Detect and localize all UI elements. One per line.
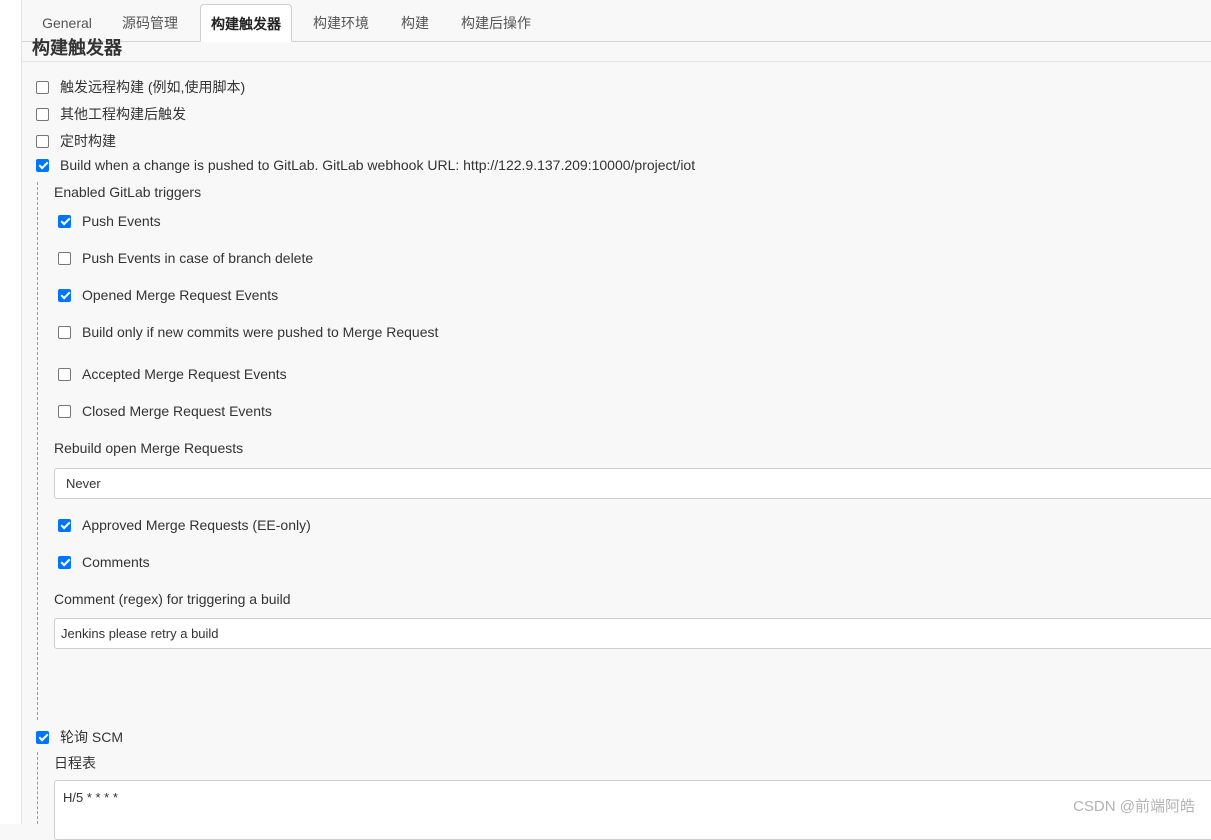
accepted-mr-row: Accepted Merge Request Events: [58, 366, 287, 382]
opened-mr-row: Opened Merge Request Events: [58, 287, 278, 303]
closed-mr-row: Closed Merge Request Events: [58, 403, 272, 419]
trigger-periodic-checkbox[interactable]: [36, 134, 49, 148]
schedule-textarea[interactable]: H/5 * * * *: [54, 780, 1211, 840]
push-events-row: Push Events: [58, 213, 161, 229]
push-events-label: Push Events: [82, 213, 161, 229]
section-divider: [22, 61, 1211, 62]
config-tab-bar: General 源码管理 构建触发器 构建环境 构建 构建后操作: [22, 0, 1211, 42]
trigger-after-other-checkbox[interactable]: [36, 107, 49, 121]
trigger-poll-scm-row: 轮询 SCM: [36, 727, 123, 747]
accepted-mr-label: Accepted Merge Request Events: [82, 366, 287, 382]
trigger-remote-checkbox[interactable]: [36, 80, 49, 94]
build-only-new-commits-label: Build only if new commits were pushed to…: [82, 324, 439, 340]
rebuild-open-mr-value: Never: [66, 476, 101, 491]
tab-source-control[interactable]: 源码管理: [110, 4, 190, 40]
trigger-periodic-row: 定时构建: [36, 131, 116, 151]
push-branch-delete-row: Push Events in case of branch delete: [58, 250, 313, 266]
opened-mr-checkbox[interactable]: [58, 288, 71, 302]
left-gutter: [0, 0, 22, 824]
comment-regex-label: Comment (regex) for triggering a build: [54, 591, 291, 607]
schedule-label: 日程表: [54, 755, 96, 771]
tab-post-build[interactable]: 构建后操作: [452, 4, 540, 40]
trigger-poll-scm-label: 轮询 SCM: [60, 729, 123, 745]
push-branch-delete-checkbox[interactable]: [58, 251, 71, 265]
closed-mr-checkbox[interactable]: [58, 404, 71, 418]
approved-mr-checkbox[interactable]: [58, 518, 71, 532]
trigger-remote-row: 触发远程构建 (例如,使用脚本): [36, 77, 245, 97]
comment-regex-value: Jenkins please retry a build: [61, 626, 219, 641]
comments-label: Comments: [82, 554, 150, 570]
push-events-checkbox[interactable]: [58, 214, 71, 228]
trigger-periodic-label: 定时构建: [60, 133, 116, 149]
rebuild-open-mr-select[interactable]: Never: [54, 468, 1211, 499]
comment-regex-input[interactable]: Jenkins please retry a build: [54, 618, 1211, 649]
trigger-gitlab-row: Build when a change is pushed to GitLab.…: [36, 157, 695, 173]
gitlab-options-guide: [37, 182, 38, 720]
tab-build-triggers[interactable]: 构建触发器: [200, 4, 292, 42]
comments-checkbox[interactable]: [58, 555, 71, 569]
enabled-triggers-label: Enabled GitLab triggers: [54, 184, 202, 200]
trigger-poll-scm-checkbox[interactable]: [36, 730, 49, 744]
schedule-value: H/5 * * * *: [63, 790, 118, 805]
comments-row: Comments: [58, 554, 150, 570]
opened-mr-label: Opened Merge Request Events: [82, 287, 279, 303]
watermark: CSDN @前端阿皓: [1073, 798, 1195, 815]
build-only-new-commits-checkbox[interactable]: [58, 325, 71, 339]
trigger-gitlab-label: Build when a change is pushed to GitLab.…: [60, 157, 696, 173]
trigger-gitlab-checkbox[interactable]: [36, 158, 49, 172]
approved-mr-row: Approved Merge Requests (EE-only): [58, 517, 311, 533]
poll-scm-options-guide: [37, 752, 38, 824]
tab-general[interactable]: General: [32, 4, 102, 40]
build-only-new-commits-row: Build only if new commits were pushed to…: [58, 324, 438, 340]
tab-build[interactable]: 构建: [388, 4, 442, 40]
trigger-after-other-row: 其他工程构建后触发: [36, 104, 186, 124]
closed-mr-label: Closed Merge Request Events: [82, 403, 272, 419]
push-branch-delete-label: Push Events in case of branch delete: [82, 250, 314, 266]
trigger-remote-label: 触发远程构建 (例如,使用脚本): [60, 79, 246, 95]
accepted-mr-checkbox[interactable]: [58, 367, 71, 381]
approved-mr-label: Approved Merge Requests (EE-only): [82, 517, 311, 533]
tab-build-environment[interactable]: 构建环境: [302, 4, 380, 40]
section-title: 构建触发器: [32, 38, 122, 58]
rebuild-open-mr-label: Rebuild open Merge Requests: [54, 440, 244, 456]
trigger-after-other-label: 其他工程构建后触发: [60, 106, 186, 122]
